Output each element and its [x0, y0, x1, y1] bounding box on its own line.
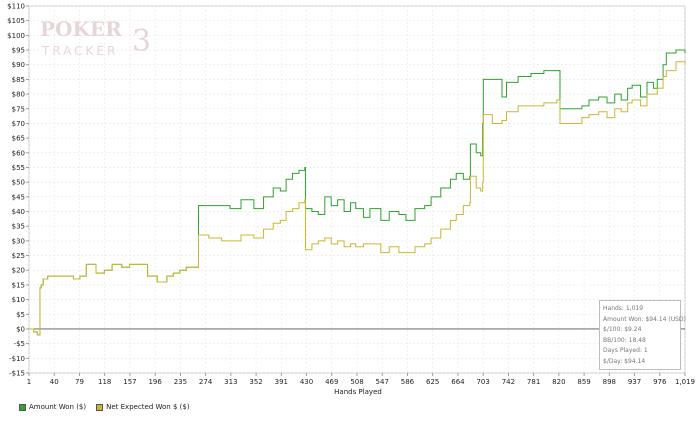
x-tick-label: 196	[148, 378, 162, 386]
y-tick-label: $40	[12, 208, 25, 216]
y-tick-label: $25	[12, 252, 25, 260]
x-tick-label: 1	[27, 378, 31, 386]
x-tick-label: 118	[98, 378, 111, 386]
stat-hands: Hands: 1,019	[603, 305, 644, 312]
legend-label-net-expected-won: Net Expected Won $ ($)	[106, 403, 190, 411]
legend: Amount Won ($) Net Expected Won $ ($)	[19, 401, 200, 413]
x-tick-label: 703	[476, 378, 489, 386]
x-tick-label: 976	[653, 378, 667, 386]
y-tick-label: $65	[12, 135, 25, 143]
pokertracker-logo: POKER TRACKER 3	[40, 17, 151, 59]
x-tick-label: 1,019	[675, 378, 695, 386]
y-tick-label: $20	[12, 267, 25, 275]
x-tick-label: 469	[325, 378, 338, 386]
x-tick-label: 391	[275, 378, 288, 386]
x-tick-labels: 1 40 79 118 157 196 235 274 313 352 391 430 469 508 54…	[27, 378, 695, 386]
x-tick-label: 586	[401, 378, 415, 386]
y-tick-label: $45	[12, 193, 25, 201]
x-tick-label: 79	[75, 378, 84, 386]
x-tick-label: 937	[628, 378, 641, 386]
y-tick-label: -$5	[14, 340, 25, 348]
y-tick-label: $5	[16, 311, 25, 319]
x-tick-label: 352	[249, 378, 262, 386]
y-tick-label: $50	[12, 179, 25, 187]
x-tick-label: 664	[451, 378, 465, 386]
y-tick-label: $70	[12, 120, 25, 128]
y-tick-label: $30	[12, 237, 25, 245]
x-tick-label: 898	[603, 378, 616, 386]
y-tick-label: $75	[12, 105, 25, 113]
stat-dollars-per-day: $/Day: $94.14	[603, 357, 646, 365]
y-tick-label: $80	[12, 91, 25, 99]
y-tick-label: $85	[12, 76, 25, 84]
x-axis-title: Hands Played	[334, 388, 382, 396]
y-tick-label: $10	[12, 296, 25, 304]
y-tick-label: $100	[7, 32, 25, 40]
y-tick-label: $55	[12, 164, 25, 172]
x-tick-label: 508	[350, 378, 363, 386]
x-tick-label: 157	[123, 378, 136, 386]
logo-line1: POKER	[40, 17, 122, 41]
x-tick-label: 313	[224, 378, 237, 386]
legend-label-amount-won: Amount Won ($)	[29, 403, 87, 411]
chart-canvas: -$15 -$10 -$5 $0 $5 $10 $15 $20 $25 $30 $35 $40 $45 $…	[7, 3, 695, 397]
legend-item-net-expected-won[interactable]: Net Expected Won $ ($)	[96, 403, 190, 411]
stat-dollars-per-100: $/100: $9.24	[603, 326, 642, 334]
x-tick-label: 742	[502, 378, 515, 386]
x-tick-label: 547	[376, 378, 389, 386]
x-tick-label: 625	[426, 378, 439, 386]
y-tick-label: -$10	[9, 355, 25, 363]
stat-bb-per-100: BB/100: 18.48	[603, 336, 646, 344]
y-tick-label: $95	[12, 47, 25, 55]
x-tick-label: 820	[552, 378, 565, 386]
y-tick-label: $105	[7, 17, 25, 25]
y-tick-label: $15	[12, 281, 25, 289]
y-tick-label: $0	[16, 325, 25, 333]
stat-amount-won: Amount Won: $94.14 (USD)	[603, 315, 686, 323]
legend-item-amount-won[interactable]: Amount Won ($)	[19, 403, 86, 411]
y-tick-labels: -$15 -$10 -$5 $0 $5 $10 $15 $20 $25 $30 $35 $40 $45 $…	[7, 3, 25, 378]
stats-box: Hands: 1,019 Amount Won: $94.14 (USD) $/…	[599, 300, 686, 370]
logo-line2: TRACKER	[41, 44, 118, 58]
y-tick-label: -$15	[9, 370, 25, 378]
x-tick-label: 430	[300, 378, 313, 386]
x-tick-label: 274	[199, 378, 213, 386]
legend-swatch-amount-won	[19, 403, 26, 411]
logo-mark: 3	[132, 24, 151, 59]
x-tick-label: 235	[174, 378, 187, 386]
y-tick-label: $90	[12, 61, 25, 69]
x-tick-label: 40	[50, 378, 59, 386]
y-tick-label: $35	[12, 223, 25, 231]
y-tick-label: $110	[7, 3, 25, 11]
x-tick-label: 781	[527, 378, 540, 386]
stat-days-played: Days Played: 1	[603, 347, 648, 355]
x-tick-label: 859	[577, 378, 590, 386]
legend-swatch-net-expected-won	[96, 403, 104, 411]
y-tick-label: $60	[12, 149, 25, 157]
